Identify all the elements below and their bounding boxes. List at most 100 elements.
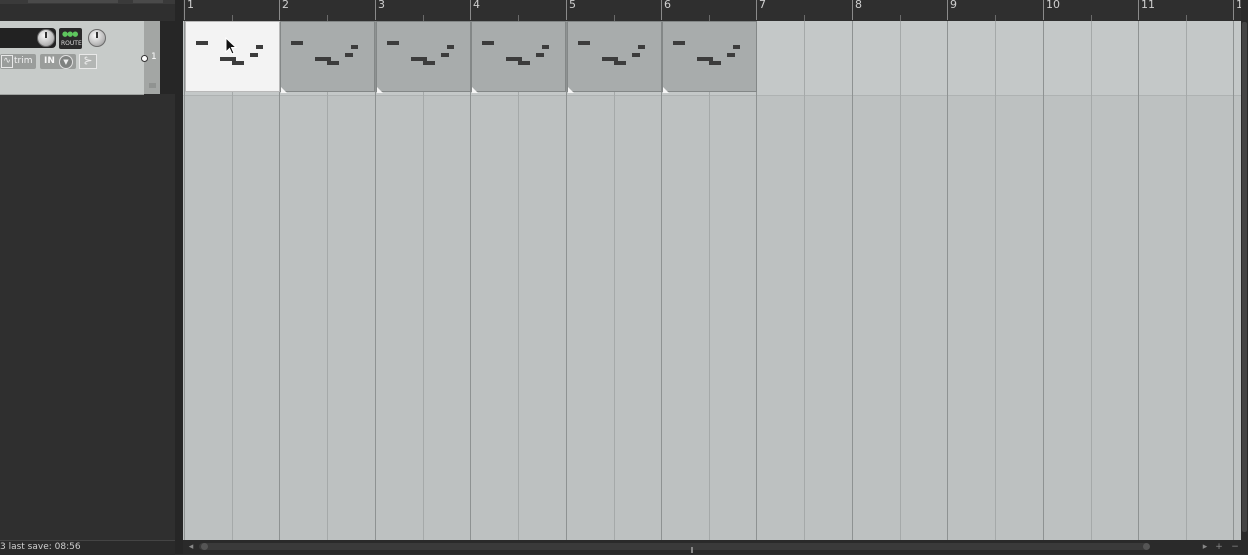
- midi-note: [482, 41, 494, 45]
- ruler-bar-tick: [947, 0, 948, 20]
- grid-beat-line: [1091, 21, 1092, 540]
- midi-item-4[interactable]: [471, 21, 566, 93]
- chevron-down-icon: ▼: [59, 55, 73, 69]
- ruler-bar-tick: [279, 0, 280, 20]
- status-bar: 3 last save: 08:56: [0, 540, 175, 555]
- volume-knob[interactable]: [37, 29, 55, 47]
- scroll-end-handle[interactable]: [1143, 543, 1150, 550]
- item-corner-marker: [663, 87, 669, 93]
- grid-bar-line: [756, 21, 757, 540]
- ruler-bar-tick: [1138, 0, 1139, 20]
- midi-note: [351, 45, 358, 49]
- ruler-bar-label: 1: [187, 0, 194, 11]
- item-corner-marker: [472, 87, 478, 93]
- midi-item-6[interactable]: [662, 21, 757, 93]
- envelope-button[interactable]: ∿ trim: [0, 54, 36, 69]
- grid-bar-line: [852, 21, 853, 540]
- input-label: IN: [44, 56, 55, 66]
- scroll-right-icon[interactable]: ▸: [1199, 541, 1211, 553]
- panel-splitter[interactable]: [175, 0, 183, 554]
- grid-beat-line: [614, 21, 615, 540]
- item-corner-marker: [568, 87, 574, 93]
- midi-note: [709, 61, 721, 65]
- midi-item-1[interactable]: [185, 21, 280, 92]
- midi-note: [705, 57, 713, 61]
- item-corner-marker: [377, 87, 383, 93]
- midi-note: [228, 57, 236, 61]
- grid-bar-line: [279, 21, 280, 540]
- grid-bar-line: [661, 21, 662, 540]
- timeline-ruler[interactable]: 123456789101112: [183, 0, 1241, 22]
- envelope-icon: ∿: [1, 55, 13, 68]
- input-button[interactable]: IN ▼: [40, 54, 76, 69]
- ruler-bar-tick: [375, 0, 376, 20]
- grid-beat-line: [518, 21, 519, 540]
- grid-beat-line: [804, 21, 805, 540]
- midi-note: [419, 57, 427, 61]
- ruler-bar-label: 11: [1141, 0, 1155, 11]
- scroll-center-mark: [691, 547, 693, 553]
- track-header[interactable]: ●●● ROUTE ∿ trim IN ▼ ⊱: [0, 21, 144, 95]
- track-number: 1: [151, 52, 157, 62]
- arrange-view[interactable]: 123456789101112: [183, 0, 1241, 540]
- panel-divider: [160, 21, 175, 94]
- midi-note: [542, 45, 549, 49]
- tcp-top-slider[interactable]: [28, 0, 118, 3]
- midi-note: [441, 53, 449, 57]
- grid-beat-line: [423, 21, 424, 540]
- grid-bar-line: [1043, 21, 1044, 540]
- midi-note: [291, 41, 303, 45]
- scroll-left-icon[interactable]: ◂: [185, 541, 197, 553]
- ruler-bar-tick: [566, 0, 567, 20]
- zoom-out-icon[interactable]: −: [1229, 541, 1241, 553]
- midi-item-2[interactable]: [280, 21, 375, 93]
- grid-bar-line: [470, 21, 471, 540]
- ruler-bar-tick: [1233, 0, 1234, 20]
- midi-note: [447, 45, 454, 49]
- route-dots: ●●●: [62, 30, 78, 38]
- midi-note: [514, 57, 522, 61]
- midi-item-5[interactable]: [567, 21, 662, 93]
- grid-beat-line: [995, 21, 996, 540]
- grid-bar-line: [1233, 21, 1234, 540]
- envelope-mode-label: trim: [14, 56, 33, 66]
- pan-knob[interactable]: [88, 29, 106, 47]
- track-control-panel: ●●● ROUTE ∿ trim IN ▼ ⊱ 1 3 last save: 0…: [0, 0, 183, 555]
- grid-bar-line: [1138, 21, 1139, 540]
- ruler-bar-label: 3: [378, 0, 385, 11]
- grid-beat-line: [1186, 21, 1187, 540]
- midi-note: [196, 41, 208, 45]
- midi-note: [323, 57, 331, 61]
- grid-beat-line: [709, 21, 710, 540]
- midi-note: [518, 61, 530, 65]
- ruler-bar-label: 7: [759, 0, 766, 11]
- ruler-bar-tick: [184, 0, 185, 20]
- midi-note: [673, 41, 685, 45]
- track-select-dot[interactable]: [141, 55, 148, 62]
- midi-note: [610, 57, 618, 61]
- horizontal-scroll-track[interactable]: [199, 543, 1150, 553]
- midi-note: [423, 61, 435, 65]
- fx-button[interactable]: ⊱: [79, 54, 97, 69]
- midi-note: [327, 61, 339, 65]
- vertical-scroll-thumb[interactable]: [1242, 22, 1247, 532]
- folder-icon[interactable]: [149, 83, 156, 88]
- grid-bar-line: [947, 21, 948, 540]
- midi-note: [345, 53, 353, 57]
- mouse-cursor-icon: [225, 37, 238, 55]
- ruler-bar-tick: [1043, 0, 1044, 20]
- grid-bar-line: [375, 21, 376, 540]
- zoom-in-icon[interactable]: +: [1213, 541, 1225, 553]
- grid-bar-line: [184, 21, 185, 540]
- midi-item-3[interactable]: [376, 21, 471, 93]
- last-save-status: 3 last save: 08:56: [0, 542, 81, 552]
- ruler-bar-tick: [661, 0, 662, 20]
- midi-note: [733, 45, 740, 49]
- horizontal-scrollbar[interactable]: ◂ ▸ + −: [183, 540, 1248, 554]
- midi-note: [232, 61, 244, 65]
- route-button[interactable]: ●●● ROUTE: [59, 28, 82, 49]
- tcp-top-button[interactable]: [133, 0, 163, 3]
- track-number-strip[interactable]: 1: [141, 21, 160, 94]
- vertical-scrollbar[interactable]: [1241, 0, 1248, 554]
- scroll-start-handle[interactable]: [201, 543, 208, 550]
